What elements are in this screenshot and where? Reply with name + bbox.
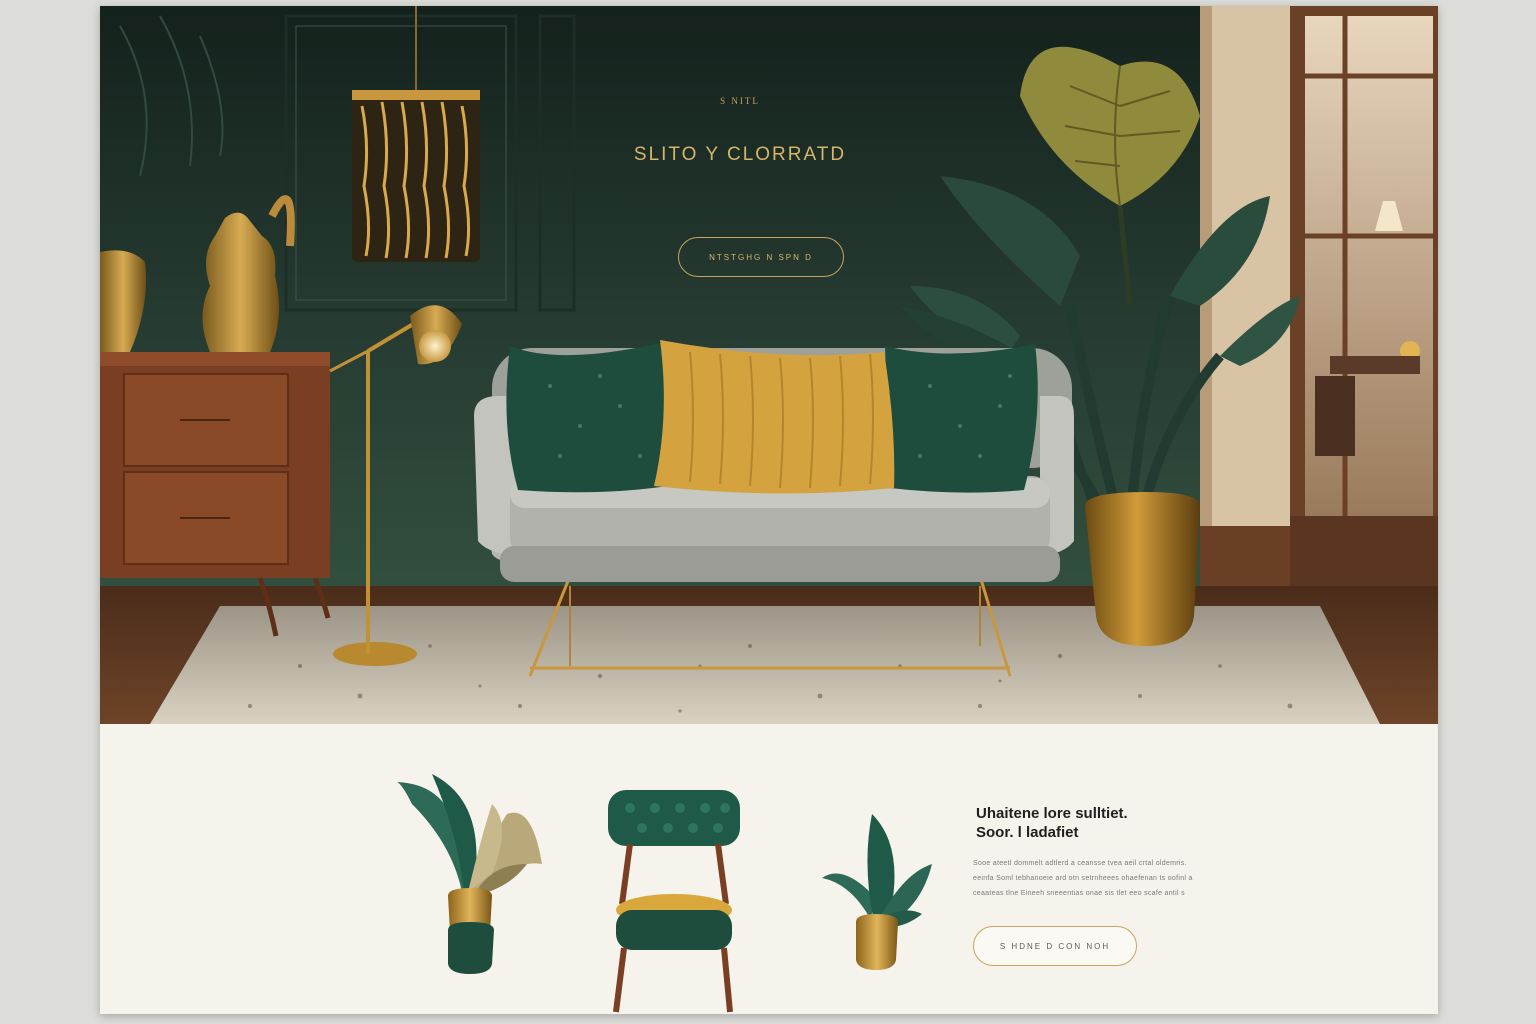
landing-page: S NITL SLITO Y CLORRATD NTSTGHG N SPN D xyxy=(100,6,1438,1014)
product-potted-plant-green[interactable] xyxy=(392,764,552,980)
chair-illustration xyxy=(608,790,740,1013)
feature-title-line-1: Uhaitene lore sulltiet. xyxy=(976,805,1128,822)
feature-title-line-2: Soor. l ladafiet xyxy=(976,824,1079,841)
hero-illustration xyxy=(100,6,1438,724)
small-plant-illustration xyxy=(822,814,932,970)
hero-section: S NITL SLITO Y CLORRATD NTSTGHG N SPN D xyxy=(100,6,1438,724)
feature-description-line: ceaateas tlne Eineeh sneeentias onae sis… xyxy=(973,890,1185,897)
feature-title: Uhaitene lore sulltiet. Soor. l ladafiet xyxy=(976,804,1236,842)
product-velvet-chair[interactable] xyxy=(600,786,750,1014)
feature-description-line: eeinfa Soml tebhanoeie ard otn setrnheee… xyxy=(973,875,1193,882)
hero-eyebrow: S NITL xyxy=(720,96,760,106)
product-potted-plant-small[interactable] xyxy=(812,804,942,982)
feature-description: Sooe ateetl dommelt adtlerd a ceansse tv… xyxy=(973,856,1233,901)
feature-description-line: Sooe ateetl dommelt adtlerd a ceansse tv… xyxy=(973,860,1187,867)
products-section xyxy=(100,724,1438,1014)
hero-title: SLITO Y CLORRATD xyxy=(633,144,847,165)
hero-cta-button[interactable]: NTSTGHG N SPN D xyxy=(678,237,844,277)
shop-cta-button[interactable]: S HDNE D CON NOH xyxy=(973,926,1137,966)
potted-plant-illustration xyxy=(397,774,542,974)
